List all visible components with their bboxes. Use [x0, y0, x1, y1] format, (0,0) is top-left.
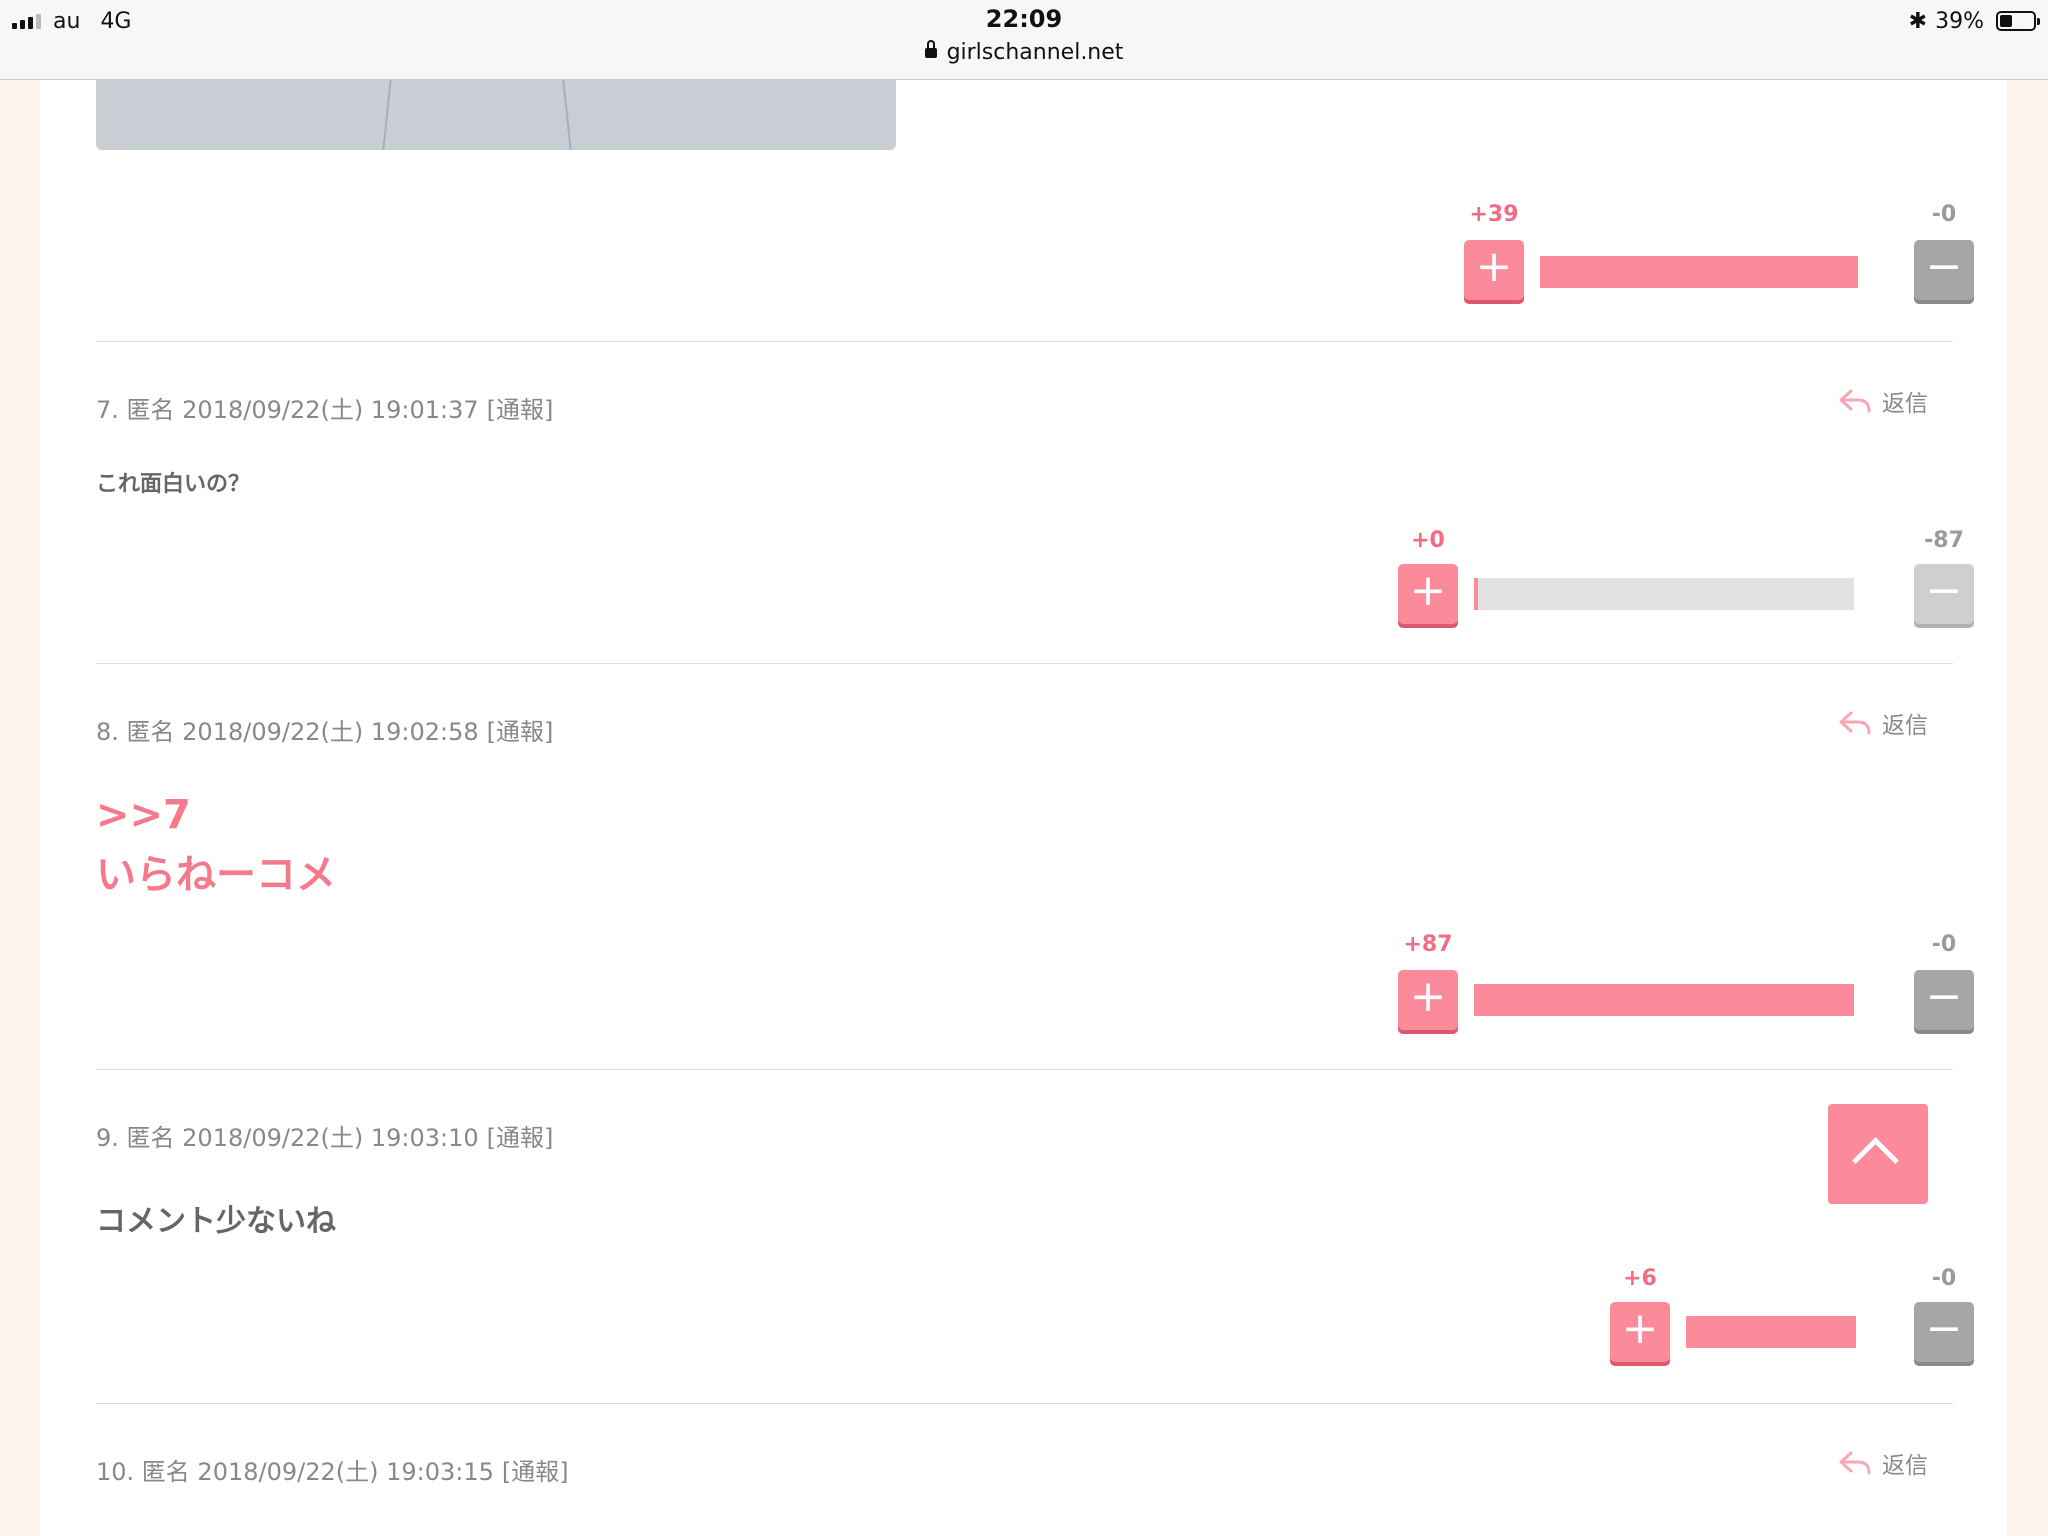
reply-arrow-icon	[1839, 389, 1871, 413]
divider	[96, 663, 1953, 664]
vote-bar	[1474, 984, 1854, 1016]
minus-count: -0	[1931, 202, 1957, 227]
plus-count: +39	[1469, 202, 1519, 227]
comment-meta: 7. 匿名 2018/09/22(土) 19:01:37 [通報]	[96, 390, 553, 425]
divider	[96, 1403, 1953, 1404]
comment-meta: 9. 匿名 2018/09/22(土) 19:03:10 [通報]	[96, 1118, 553, 1153]
vote-widget: +6 -0 + −	[1610, 1262, 1974, 1362]
plus-button[interactable]: +	[1610, 1302, 1670, 1362]
plus-button[interactable]: +	[1398, 564, 1458, 624]
divider	[96, 341, 1953, 342]
lock-icon	[924, 40, 937, 58]
minus-count: -0	[1931, 1266, 1957, 1291]
minus-count: -87	[1924, 528, 1964, 553]
comment-header: 8. 匿名 2018/09/22(土) 19:02:58	[96, 718, 479, 746]
minus-button[interactable]: −	[1914, 240, 1974, 300]
battery-icon	[1996, 11, 2040, 31]
plus-button[interactable]: +	[1464, 240, 1524, 300]
report-link[interactable]: [通報]	[487, 1124, 554, 1152]
comment-header: 7. 匿名 2018/09/22(土) 19:01:37	[96, 396, 479, 424]
url-text[interactable]: girlschannel.net	[947, 40, 1124, 65]
attached-image[interactable]	[96, 80, 896, 150]
vote-widget: +0 -87 + −	[1398, 524, 1974, 624]
reply-button[interactable]: 返信	[1838, 1446, 1928, 1480]
reply-button[interactable]: 返信	[1838, 384, 1928, 418]
bluetooth-icon: ✱	[1908, 8, 1928, 34]
reply-button[interactable]: 返信	[1838, 706, 1928, 740]
comment-meta: 10. 匿名 2018/09/22(土) 19:03:15 [通報]	[96, 1452, 569, 1487]
comment-header: 10. 匿名 2018/09/22(土) 19:03:15	[96, 1458, 494, 1486]
status-right: ✱ 39%	[1908, 6, 2040, 36]
plus-count: +87	[1403, 932, 1453, 957]
vote-bar-fill	[1474, 578, 1478, 610]
report-link[interactable]: [通報]	[502, 1458, 569, 1486]
comment-meta: 8. 匿名 2018/09/22(土) 19:02:58 [通報]	[96, 712, 553, 747]
battery-level	[2000, 15, 2013, 27]
reply-label: 返信	[1882, 1453, 1928, 1479]
scroll-to-top-button[interactable]	[1828, 1104, 1928, 1204]
plus-count: +6	[1623, 1266, 1657, 1291]
plus-count: +0	[1411, 528, 1445, 553]
vote-bar-fill	[1540, 256, 1858, 288]
comment-body: コメント少ないね	[96, 1204, 336, 1239]
reply-label: 返信	[1882, 713, 1928, 739]
vote-bar-fill	[1686, 1316, 1856, 1348]
ios-status-bar: au 4G 22:09 girlschannel.net ✱ 39%	[0, 0, 2048, 80]
comment-anchor-link[interactable]: >>7	[96, 785, 191, 845]
divider	[96, 1069, 1953, 1070]
comment-header: 9. 匿名 2018/09/22(土) 19:03:10	[96, 1124, 479, 1152]
clock: 22:09	[985, 5, 1063, 33]
vote-widget: +87 -0 + −	[1398, 930, 1974, 1030]
minus-button[interactable]: −	[1914, 1302, 1974, 1362]
reply-arrow-icon	[1839, 1451, 1871, 1475]
comment-body: これ面白いの？	[96, 472, 251, 497]
report-link[interactable]: [通報]	[487, 718, 554, 746]
plus-button[interactable]: +	[1398, 970, 1458, 1030]
chevron-up-icon	[1852, 1137, 1899, 1184]
vote-bar-fill	[1474, 984, 1854, 1016]
reply-label: 返信	[1882, 391, 1928, 417]
vote-bar	[1474, 578, 1854, 610]
address-bar[interactable]: girlschannel.net	[0, 40, 2048, 65]
minus-count: -0	[1931, 932, 1957, 957]
minus-button[interactable]: −	[1914, 970, 1974, 1030]
report-link[interactable]: [通報]	[487, 396, 554, 424]
reply-arrow-icon	[1839, 711, 1871, 735]
comment-list: +39 -0 + − 7. 匿名 2018/09/22(土) 19:01:37 […	[40, 0, 2007, 1536]
vote-bar	[1686, 1316, 1856, 1348]
vote-bar	[1540, 256, 1858, 288]
minus-button[interactable]: −	[1914, 564, 1974, 624]
comment-body: いらねーコメ	[96, 852, 336, 898]
vote-widget: +39 -0 + −	[1464, 202, 1974, 302]
battery-percent: 39%	[1935, 8, 1984, 34]
